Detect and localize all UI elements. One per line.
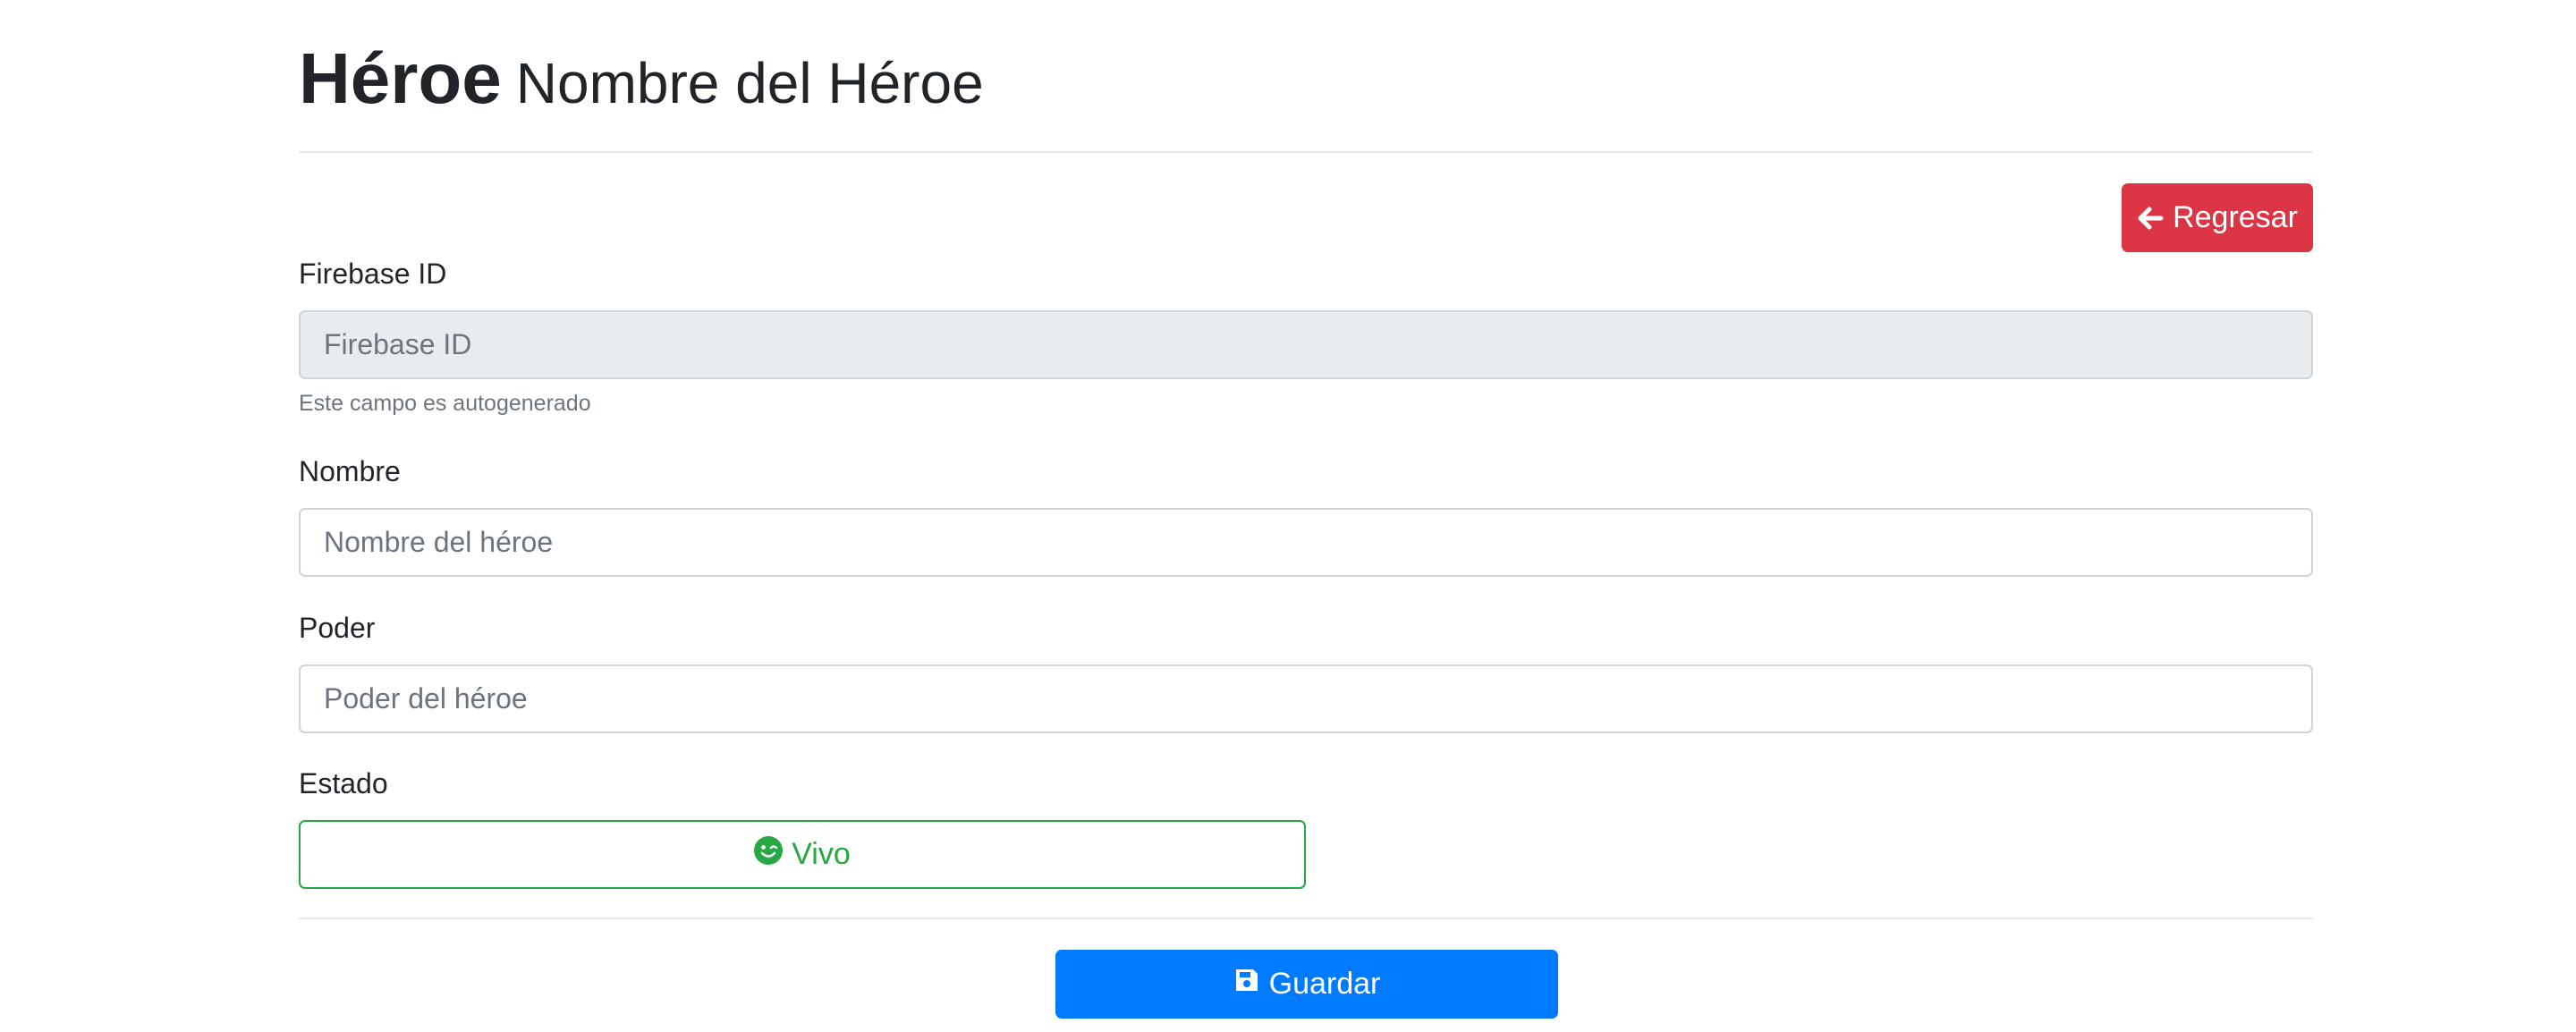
estado-toggle-button[interactable]: Vivo: [299, 820, 1306, 889]
poder-input[interactable]: [299, 664, 2313, 733]
page-title-subtitle: Nombre del Héroe: [515, 51, 984, 115]
smile-wink-icon: [754, 836, 784, 873]
save-button-label: Guardar: [1268, 967, 1381, 1001]
estado-label: Estado: [299, 767, 388, 799]
page-title: Héroe Nombre del Héroe: [299, 43, 984, 114]
save-icon: [1233, 967, 1260, 1002]
save-button[interactable]: Guardar: [1055, 950, 1558, 1019]
poder-label: Poder: [299, 612, 376, 644]
nombre-label: Nombre: [299, 455, 401, 487]
nombre-input[interactable]: [299, 508, 2313, 577]
firebase-id-field[interactable]: [299, 310, 2313, 379]
header-divider: [299, 151, 2313, 153]
page-title-main: Héroe: [299, 38, 502, 118]
firebase-id-help-text: Este campo es autogenerado: [299, 391, 591, 416]
form-footer-divider: [299, 918, 2313, 919]
back-button[interactable]: Regresar: [2122, 183, 2313, 252]
firebase-id-label: Firebase ID: [299, 258, 447, 290]
back-button-label: Regresar: [2173, 200, 2298, 234]
estado-button-label: Vivo: [792, 837, 851, 871]
arrow-left-icon: [2137, 205, 2164, 232]
